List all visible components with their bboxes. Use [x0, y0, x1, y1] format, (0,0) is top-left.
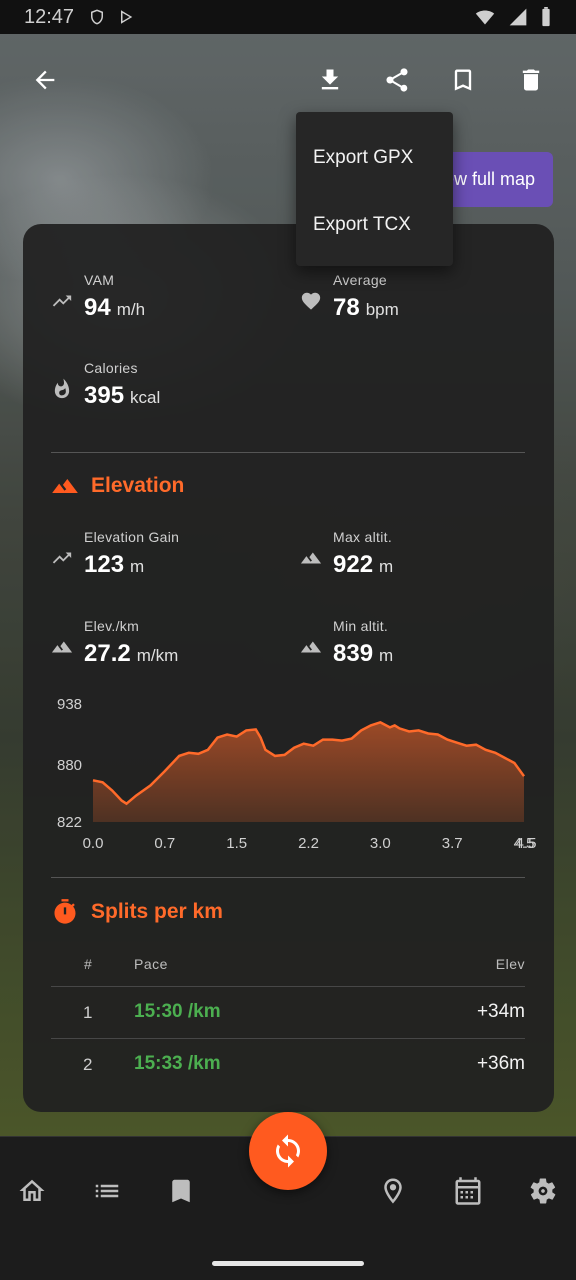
trending-up-icon	[51, 290, 73, 312]
export-gpx-item[interactable]: Export GPX	[296, 124, 453, 191]
elevation-per-km-label: Elev./km	[84, 618, 140, 634]
heart-icon	[300, 290, 322, 312]
vam-unit: m/h	[116, 300, 146, 319]
wifi-icon	[475, 10, 495, 25]
min-altitude-unit: m	[379, 646, 394, 665]
divider	[51, 877, 525, 878]
split-index: 2	[83, 1055, 93, 1074]
calories-unit: kcal	[130, 388, 161, 407]
x-tick-label: 3.0	[370, 835, 391, 852]
elevation-gain-unit: m	[130, 557, 145, 576]
average-unit: bpm	[365, 300, 399, 319]
view-full-map-label: ew full map	[443, 169, 535, 189]
elevation-title: Elevation	[91, 474, 185, 497]
terrain-icon	[52, 479, 78, 493]
download-button[interactable]	[308, 58, 352, 102]
status-time: 12:47	[24, 5, 75, 28]
vam-label: VAM	[84, 272, 115, 288]
table-row: 1 15:30 /km +34m	[51, 986, 525, 1038]
gesture-home-bar	[212, 1261, 364, 1266]
nav-settings[interactable]	[523, 1171, 563, 1211]
play-store-icon	[121, 10, 133, 24]
flame-icon	[51, 378, 73, 400]
bookmark-button[interactable]	[441, 58, 485, 102]
terrain-icon	[300, 636, 322, 658]
download-icon	[321, 69, 339, 90]
arrow-back-icon	[35, 70, 55, 90]
split-elev: +34m	[476, 1001, 525, 1022]
terrain-icon	[300, 547, 322, 569]
top-app-bar	[0, 34, 576, 124]
elevation-area	[93, 722, 524, 822]
delete-button[interactable]	[509, 58, 553, 102]
elevation-gain-value: 123	[84, 551, 125, 578]
nav-location[interactable]	[373, 1171, 413, 1211]
max-altitude-label: Max altit.	[333, 529, 393, 545]
max-altitude-unit: m	[379, 557, 394, 576]
splits-header-elev: Elev	[495, 956, 525, 972]
y-tick-label: 822	[57, 814, 82, 831]
export-tcx-item[interactable]: Export TCX	[296, 191, 453, 258]
elevation-chart: 9388808220.0 0.7 1.5 2.2 3.0 3.7 4.54.5	[57, 696, 537, 852]
y-tick-label: 938	[57, 696, 82, 713]
x-tick-label: 3.7	[442, 835, 463, 852]
table-row: 2 15:33 /km +36m	[51, 1038, 525, 1090]
x-tick-label: 2.2	[298, 835, 319, 852]
elevation-section-title: Elevation	[51, 472, 184, 500]
sync-fab[interactable]	[249, 1112, 327, 1190]
elevation-per-km-unit: m/km	[136, 646, 179, 665]
elevation-gain-label: Elevation Gain	[84, 529, 180, 545]
min-altitude-value: 839	[333, 640, 374, 667]
nav-bookmarks[interactable]	[161, 1171, 201, 1211]
x-tick-label: 0.0	[83, 835, 104, 852]
x-tick-label: 0.7	[154, 835, 175, 852]
bookmark-icon	[172, 1179, 190, 1203]
split-elev: +36m	[476, 1053, 525, 1074]
terrain-icon	[51, 636, 73, 658]
splits-section-title: Splits per km	[51, 898, 223, 926]
back-button[interactable]	[23, 58, 67, 102]
activity-details-card: VAM 94 m/h Average 78 bpm Calories 395 kcal…	[23, 224, 554, 1112]
nav-calendar[interactable]	[448, 1171, 488, 1211]
stopwatch-icon	[54, 899, 76, 924]
split-index: 1	[83, 1003, 93, 1022]
splits-header-pace: Pace	[134, 956, 168, 972]
home-icon	[19, 1179, 45, 1201]
calendar-icon	[455, 1177, 481, 1205]
x-tick-label: 4.5	[516, 835, 537, 852]
status-right	[474, 7, 552, 27]
trending-up-icon	[51, 547, 73, 569]
x-tick-label: 1.5	[226, 835, 247, 852]
elevation-per-km-value: 27.2	[84, 640, 131, 667]
vam-value: 94	[84, 294, 111, 321]
battery-icon	[542, 7, 550, 27]
split-pace: 15:33 /km	[134, 1053, 221, 1074]
share-icon	[386, 68, 408, 92]
nav-home[interactable]	[12, 1171, 52, 1211]
min-altitude-label: Min altit.	[333, 618, 389, 634]
location-icon	[384, 1178, 402, 1204]
list-icon	[95, 1184, 119, 1198]
y-tick-label: 880	[57, 757, 82, 774]
settings-icon	[530, 1178, 556, 1204]
split-pace: 15:30 /km	[134, 1001, 221, 1022]
share-button[interactable]	[375, 58, 419, 102]
nav-list[interactable]	[87, 1171, 127, 1211]
divider	[51, 452, 525, 453]
export-menu: Export GPX Export TCX	[296, 112, 453, 266]
delete-icon	[522, 69, 540, 91]
calories-value: 395	[84, 382, 125, 409]
status-bar: 12:47	[0, 0, 576, 34]
sync-icon	[276, 1134, 300, 1168]
average-label: Average	[333, 272, 387, 288]
max-altitude-value: 922	[333, 551, 374, 578]
bookmark-icon	[454, 69, 472, 91]
signal-icon	[509, 8, 527, 26]
shield-icon	[91, 9, 104, 25]
average-value: 78	[333, 294, 360, 321]
splits-title: Splits per km	[91, 900, 223, 923]
splits-header-index: #	[84, 956, 93, 972]
calories-label: Calories	[84, 360, 138, 376]
